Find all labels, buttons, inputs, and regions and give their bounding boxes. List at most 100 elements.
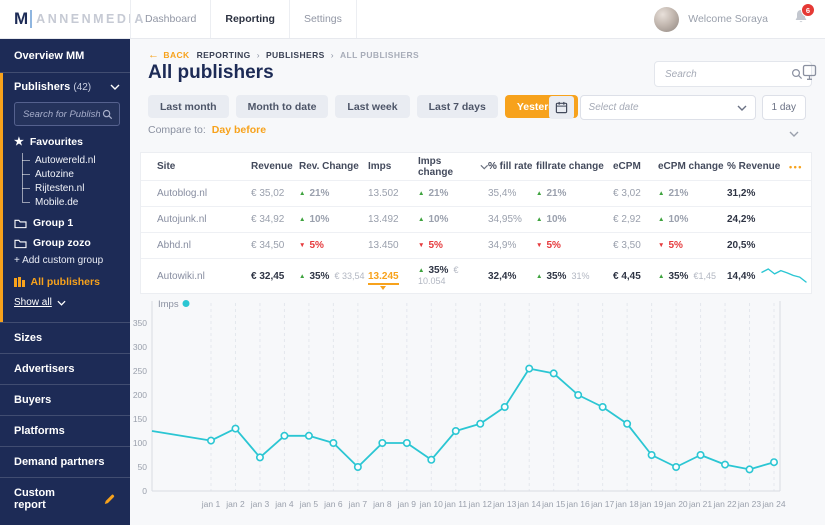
column-header-site[interactable]: Site: [141, 161, 251, 172]
publisher-search[interactable]: [14, 102, 120, 126]
sidebar-item-custom-report[interactable]: Custom report: [0, 477, 130, 520]
chart-point-jan-9[interactable]: [402, 439, 411, 448]
calendar-button[interactable]: [548, 96, 574, 119]
table-row-autoblog-nl[interactable]: Autoblog.nl € 35,02 ▲ 21% 13.502 ▲ 21% 35,4% ▲ 21…: [141, 180, 811, 206]
chart-point-jan-5[interactable]: [304, 431, 313, 440]
logo[interactable]: M ANNENMEDIA: [14, 0, 146, 38]
chart-point-jan-17[interactable]: [598, 403, 607, 412]
chart-point-jan-15[interactable]: [549, 369, 558, 378]
user-avatar[interactable]: [654, 6, 680, 32]
svg-text:100: 100: [133, 438, 147, 448]
column-header-fill-rate[interactable]: % fill rate: [488, 161, 536, 172]
compare-expand-button[interactable]: [789, 124, 799, 142]
cell-imps-change: ▼ 5%: [418, 240, 443, 251]
column-header-imps[interactable]: Imps: [368, 161, 418, 172]
chart-point-jan-14[interactable]: [525, 364, 534, 373]
sidebar-item-mobile-de[interactable]: Mobile.de: [22, 195, 130, 209]
chart-point-jan-7[interactable]: [353, 463, 362, 472]
chart-point-jan-6[interactable]: [329, 439, 338, 448]
breadcrumb-item-reporting[interactable]: REPORTING: [197, 50, 251, 60]
imps-highlight-link[interactable]: 13.245: [368, 270, 399, 285]
column-header-ecpm[interactable]: eCPM: [613, 161, 658, 172]
column-header-imps-change[interactable]: Imps change: [418, 156, 488, 178]
sidebar-item-group-zozo[interactable]: Group zozo: [3, 229, 130, 249]
chart-point-jan-24[interactable]: [769, 458, 778, 467]
sidebar-item-sizes[interactable]: Sizes: [0, 322, 130, 353]
sidebar-item-all-publishers[interactable]: All publishers: [3, 266, 130, 288]
cell-ecpm-change: ▲ 21%: [658, 188, 689, 199]
chart-point-jan-12[interactable]: [476, 419, 485, 428]
tab-dashboard[interactable]: Dashboard: [130, 0, 212, 38]
column-header-revenue[interactable]: Revenue: [251, 161, 299, 172]
cell-imps: 13.245: [368, 270, 418, 285]
chart-point-jan-20[interactable]: [672, 463, 681, 472]
chart-point-jan-4[interactable]: [280, 431, 289, 440]
chart-point-jan-21[interactable]: [696, 451, 705, 460]
search-box[interactable]: [654, 61, 812, 87]
notifications-button[interactable]: 6: [793, 3, 815, 30]
search-input[interactable]: [663, 67, 791, 81]
svg-text:250: 250: [133, 366, 147, 376]
sidebar-item-demand-partners[interactable]: Demand partners: [0, 446, 130, 477]
sidebar-item-rijtesten-nl[interactable]: Rijtesten.nl: [22, 181, 130, 195]
table-row-autowiki-nl[interactable]: Autowiki.nl € 32,45 ▲ 35% € 33,54 13.245 ▲ 35% €…: [141, 258, 811, 293]
table-row-autojunk-nl[interactable]: Autojunk.nl € 34,92 ▲ 10% 13.492 ▲ 10% 34,95% ▲ 1…: [141, 206, 811, 232]
preset-last-7-days[interactable]: Last 7 days: [416, 95, 498, 118]
svg-text:jan 21: jan 21: [688, 499, 712, 509]
chart-point-jan-1[interactable]: [207, 436, 216, 445]
sidebar-item-group-1[interactable]: Group 1: [3, 209, 130, 229]
compare-row: Compare to: Day before: [148, 124, 266, 136]
sidebar-sections: Sizes Advertisers Buyers Platforms Demand pa…: [0, 322, 130, 477]
chart-point-jan-18[interactable]: [623, 419, 632, 428]
table-row-abhd-nl[interactable]: Abhd.nl € 34,50 ▼ 5% 13.450 ▼ 5% 34,9% ▼ 5% € 3,50…: [141, 232, 811, 258]
svg-text:jan 8: jan 8: [372, 499, 392, 509]
back-button[interactable]: ← BACK: [148, 50, 190, 61]
export-button[interactable]: [802, 64, 817, 86]
show-all-button[interactable]: Show all: [3, 288, 130, 314]
date-select[interactable]: Select date: [579, 95, 756, 120]
chart-point-jan-16[interactable]: [574, 391, 583, 400]
sidebar-item-advertisers[interactable]: Advertisers: [0, 353, 130, 384]
chart-point-jan-2[interactable]: [231, 424, 240, 433]
compare-value[interactable]: Day before: [212, 124, 266, 136]
breadcrumb-item-all-publishers[interactable]: ALL PUBLISHERS: [340, 50, 419, 60]
chart-point-jan-23[interactable]: [745, 465, 754, 474]
favourites-header[interactable]: ★ Favourites: [3, 136, 130, 148]
chart-point-jan-3[interactable]: [255, 453, 264, 462]
tab-reporting[interactable]: Reporting: [211, 0, 290, 38]
breadcrumb-item-publishers[interactable]: PUBLISHERS: [266, 50, 325, 60]
svg-text:jan 11: jan 11: [444, 499, 468, 509]
more-columns-button[interactable]: •••: [789, 162, 811, 172]
cell-site: Autojunk.nl: [157, 214, 207, 225]
sidebar-item-autowereld-nl[interactable]: Autowereld.nl: [22, 153, 130, 167]
cell-fillrate-change: ▼ 5%: [536, 240, 561, 251]
chart-point-jan-11[interactable]: [451, 427, 460, 436]
chart-point-jan-10[interactable]: [427, 455, 436, 464]
preset-last-month[interactable]: Last month: [148, 95, 229, 118]
chart-point-jan-8[interactable]: [378, 439, 387, 448]
column-header-ecpm-change[interactable]: eCPM change: [658, 161, 727, 172]
chart-point-jan-13[interactable]: [500, 403, 509, 412]
sidebar-item-buyers[interactable]: Buyers: [0, 384, 130, 415]
sidebar-item-platforms[interactable]: Platforms: [0, 415, 130, 446]
sidebar-item-autozine[interactable]: Autozine: [22, 167, 130, 181]
svg-text:jan 22: jan 22: [712, 499, 736, 509]
sidebar-item-overview-mm[interactable]: Overview MM: [0, 38, 130, 73]
cell-rev-change: ▲ 21%: [299, 188, 330, 199]
column-header-fillrate-change[interactable]: fillrate change: [536, 161, 613, 172]
chart-point-jan-19[interactable]: [647, 451, 656, 460]
add-custom-group-button[interactable]: + Add custom group: [3, 249, 130, 266]
preset-last-week[interactable]: Last week: [335, 95, 410, 118]
publisher-search-input[interactable]: [21, 107, 102, 121]
duration-button[interactable]: 1 day: [761, 95, 806, 120]
cell-fill-rate: 32,4%: [488, 270, 517, 282]
chart-x-labels: jan 1 jan 2 jan 3 jan 4 jan 5 jan 6 jan 7 jan 8…: [201, 499, 786, 509]
chart-point-jan-22[interactable]: [721, 460, 730, 469]
column-header-rev-change[interactable]: Rev. Change: [299, 161, 368, 172]
date-select-placeholder: Select date: [588, 102, 639, 113]
sidebar-publishers-header[interactable]: Publishers (42): [3, 79, 130, 93]
chart-legend: Imps: [158, 299, 190, 310]
preset-month-to-date[interactable]: Month to date: [235, 95, 329, 118]
tab-settings[interactable]: Settings: [290, 0, 357, 38]
column-header-revenue[interactable]: % Revenue: [727, 161, 789, 172]
